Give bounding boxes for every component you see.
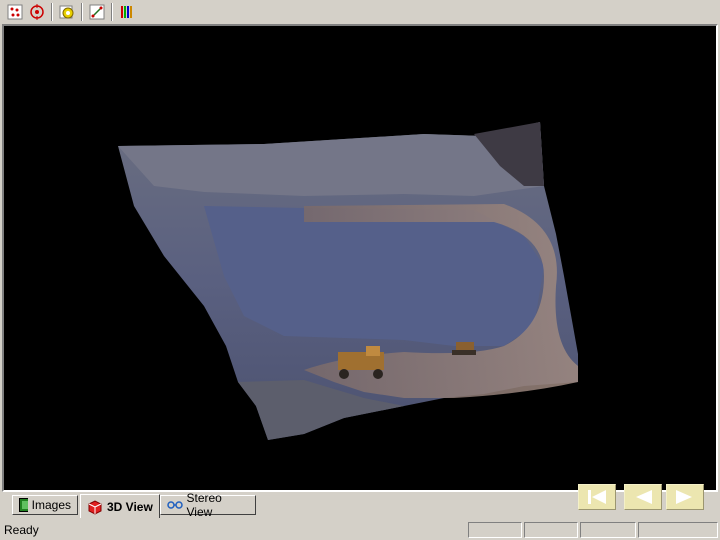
next-icon bbox=[676, 490, 692, 504]
status-text: Ready bbox=[4, 523, 39, 537]
status-pane bbox=[580, 522, 636, 538]
stereo-glasses-icon bbox=[167, 501, 183, 509]
first-frame-button[interactable] bbox=[578, 484, 616, 510]
first-frame-icon bbox=[588, 490, 606, 504]
camera-icon bbox=[59, 5, 74, 19]
tab-stereo-view[interactable]: Stereo View bbox=[160, 491, 256, 519]
cube-icon bbox=[88, 499, 102, 515]
camera-tool-button[interactable] bbox=[56, 2, 78, 22]
tab-3d-view[interactable]: 3D View bbox=[80, 494, 160, 518]
3d-viewport[interactable] bbox=[4, 26, 716, 490]
next-frame-button[interactable] bbox=[666, 484, 704, 510]
viewport-frame bbox=[2, 24, 718, 492]
points-tool-button[interactable] bbox=[4, 2, 26, 22]
previous-frame-button[interactable] bbox=[624, 484, 662, 510]
status-pane bbox=[468, 522, 522, 538]
toolbar-separator bbox=[51, 3, 53, 21]
terrain-model bbox=[118, 122, 578, 440]
color-bars-tool-button[interactable] bbox=[116, 2, 138, 22]
points-icon bbox=[7, 4, 23, 20]
main-toolbar bbox=[0, 0, 720, 24]
color-bars-icon bbox=[121, 6, 132, 18]
status-pane bbox=[524, 522, 578, 538]
target-icon bbox=[30, 4, 44, 20]
status-pane bbox=[638, 522, 718, 538]
measure-tool-button[interactable] bbox=[86, 2, 108, 22]
tab-images[interactable]: Images bbox=[12, 495, 78, 515]
tab-stereo-view-label: Stereo View bbox=[186, 491, 222, 519]
tab-3d-view-label: 3D View bbox=[107, 499, 153, 514]
status-bar: Ready bbox=[0, 520, 720, 540]
measure-icon bbox=[89, 4, 105, 20]
tab-images-label: Images bbox=[31, 498, 71, 512]
previous-icon bbox=[636, 490, 652, 504]
toolbar-separator bbox=[81, 3, 83, 21]
images-icon bbox=[19, 498, 28, 512]
toolbar-separator bbox=[111, 3, 113, 21]
target-tool-button[interactable] bbox=[26, 2, 48, 22]
